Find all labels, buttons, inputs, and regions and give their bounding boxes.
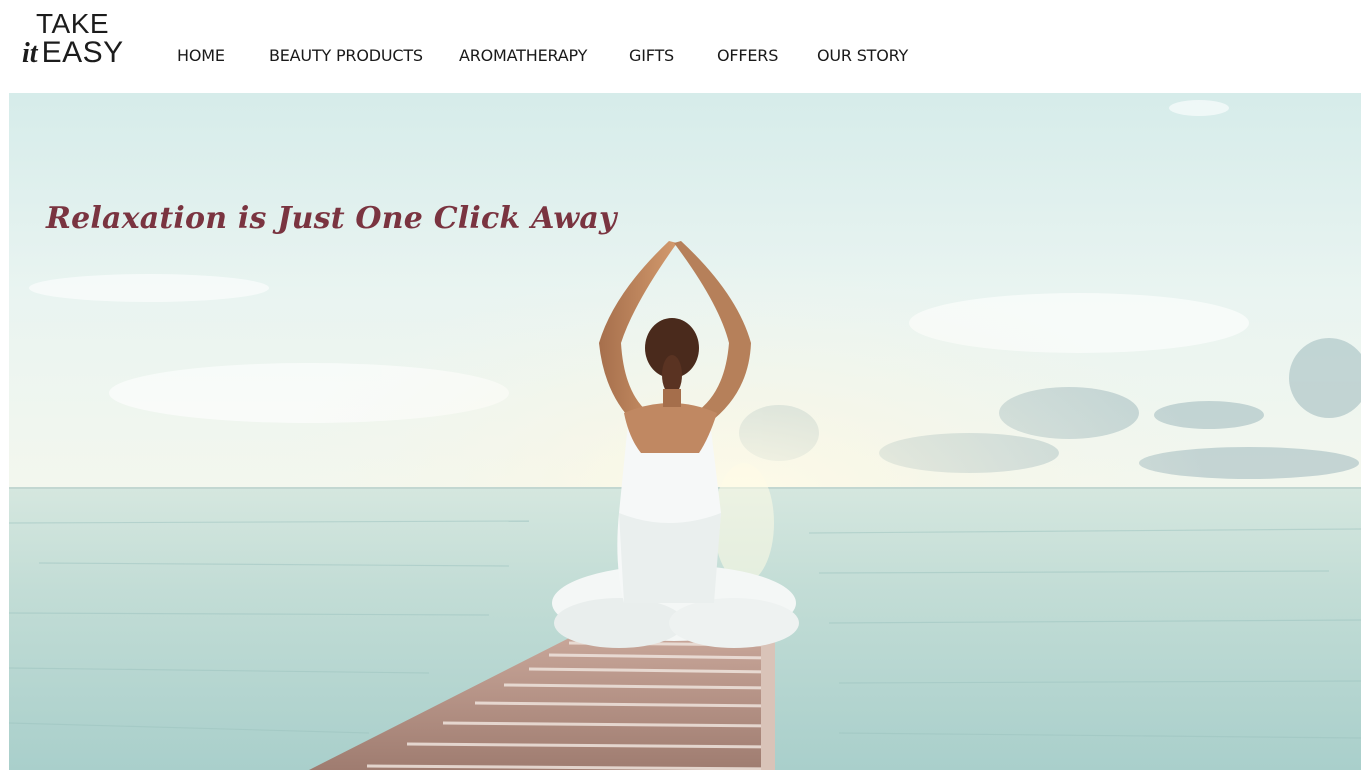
page: TAKE it EASY HOME BEAUTY PRODUCTS AROMATH… <box>0 0 1361 770</box>
logo-text-take: TAKE <box>36 8 110 39</box>
hero-tagline: Relaxation is Just One Click Away <box>46 201 617 236</box>
nav-home[interactable]: HOME <box>177 46 225 65</box>
hero-image <box>9 93 1361 770</box>
nav-offers[interactable]: OFFERS <box>717 46 778 65</box>
main-nav: HOME BEAUTY PRODUCTS AROMATHERAPY GIFTS … <box>0 46 960 68</box>
nav-our-story[interactable]: OUR STORY <box>817 46 908 65</box>
hero-banner: Relaxation is Just One Click Away <box>9 93 1361 770</box>
site-header: TAKE it EASY HOME BEAUTY PRODUCTS AROMATH… <box>0 0 1361 93</box>
nav-beauty-products[interactable]: BEAUTY PRODUCTS <box>269 46 423 65</box>
nav-gifts[interactable]: GIFTS <box>629 46 674 65</box>
nav-aromatherapy[interactable]: AROMATHERAPY <box>459 46 587 65</box>
